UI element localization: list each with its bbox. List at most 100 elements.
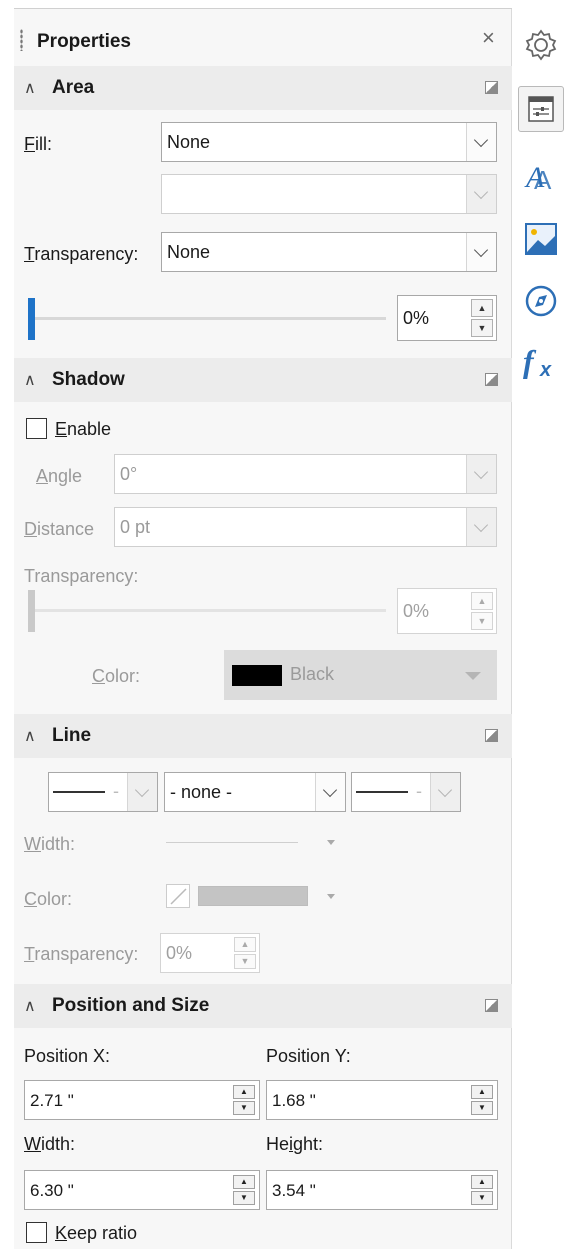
- sidebar-tab-bar: A A f x: [512, 8, 571, 1249]
- deck-title-bar: Properties ×: [14, 8, 512, 66]
- spin-down-icon[interactable]: ▼: [233, 1101, 255, 1115]
- more-options-icon[interactable]: [485, 373, 498, 386]
- angle-dropdown[interactable]: 0°: [114, 454, 497, 494]
- spin-down-icon[interactable]: ▼: [471, 1101, 493, 1115]
- shadow-transparency-slider-track[interactable]: [28, 609, 386, 612]
- chevron-down-icon[interactable]: [430, 773, 460, 811]
- position-x-field[interactable]: 2.71 " ▲ ▼: [24, 1080, 260, 1120]
- tab-properties[interactable]: [518, 86, 564, 132]
- chevron-down-icon[interactable]: [315, 773, 345, 811]
- deck-title: Properties: [37, 31, 131, 52]
- chevron-down-icon[interactable]: [466, 233, 496, 271]
- chevron-down-icon[interactable]: [127, 773, 157, 811]
- spin-up-icon[interactable]: ▲: [233, 1175, 255, 1189]
- shadow-transparency-spinner[interactable]: 0% ▲ ▼: [397, 588, 497, 634]
- line-transparency-label-rest: ransparency:: [34, 944, 139, 964]
- line-end-arrow-dropdown[interactable]: -: [351, 772, 461, 812]
- brush-glyph: [170, 888, 187, 905]
- transparency-value: None: [167, 242, 211, 262]
- tab-settings[interactable]: [518, 22, 564, 68]
- position-y-field[interactable]: 1.68 " ▲ ▼: [266, 1080, 498, 1120]
- shadow-color-label: Color:: [92, 666, 141, 686]
- spin-down-icon[interactable]: ▼: [234, 954, 256, 969]
- line-style-dropdown[interactable]: - none -: [164, 772, 346, 812]
- width-field[interactable]: 6.30 " ▲ ▼: [24, 1170, 260, 1210]
- shadow-section-header[interactable]: ∧ Shadow: [14, 358, 512, 402]
- chevron-up-icon[interactable]: ∧: [24, 996, 36, 1016]
- brush-icon[interactable]: [166, 884, 190, 908]
- area-section-header[interactable]: ∧ Area: [14, 66, 512, 110]
- tab-functions[interactable]: f x: [518, 338, 564, 384]
- spinner-arrows[interactable]: ▲ ▼: [234, 937, 256, 969]
- line-start-arrow-dropdown[interactable]: -: [48, 772, 158, 812]
- spinner-arrows[interactable]: ▲ ▼: [471, 299, 493, 337]
- more-options-icon[interactable]: [485, 81, 498, 94]
- shadow-transparency-slider-thumb[interactable]: [28, 590, 35, 632]
- distance-value: 0 pt: [120, 517, 151, 537]
- line-transparency-spinner[interactable]: 0% ▲ ▼: [160, 933, 260, 973]
- line-transparency-value: 0%: [166, 943, 193, 963]
- transparency-slider-thumb[interactable]: [28, 298, 35, 340]
- line-color-label-rest: olor:: [37, 889, 73, 909]
- spin-down-icon[interactable]: ▼: [471, 319, 493, 337]
- tab-gallery[interactable]: [518, 216, 564, 262]
- fill-dropdown[interactable]: None: [161, 122, 497, 162]
- line-width-preview[interactable]: [166, 842, 298, 843]
- chevron-down-icon[interactable]: [466, 455, 496, 493]
- position-size-title: Position and Size: [52, 995, 210, 1016]
- spinner-arrows[interactable]: ▲ ▼: [471, 1175, 493, 1205]
- transparency-dropdown[interactable]: None: [161, 232, 497, 272]
- spinner-arrows[interactable]: ▲ ▼: [471, 1085, 493, 1115]
- properties-icon: [528, 96, 554, 122]
- chevron-down-icon[interactable]: [466, 175, 496, 213]
- spin-down-icon[interactable]: ▼: [471, 1191, 493, 1205]
- chevron-up-icon[interactable]: ∧: [24, 370, 36, 390]
- angle-label: Angle: [36, 466, 83, 486]
- line-color-swatch[interactable]: [198, 886, 308, 906]
- height-field[interactable]: 3.54 " ▲ ▼: [266, 1170, 498, 1210]
- fill-sub-dropdown[interactable]: [161, 174, 497, 214]
- dropdown-arrow-icon[interactable]: [327, 894, 335, 899]
- enable-shadow-checkbox[interactable]: [26, 418, 47, 439]
- width-label-rest: idth:: [41, 1134, 76, 1154]
- spin-up-icon[interactable]: ▲: [234, 937, 256, 952]
- tab-styles[interactable]: A A: [518, 154, 564, 200]
- functions-icon: f x: [523, 343, 552, 381]
- chevron-down-icon[interactable]: [466, 508, 496, 546]
- close-icon[interactable]: ×: [482, 25, 495, 51]
- spinner-arrows[interactable]: ▲ ▼: [233, 1085, 255, 1115]
- shadow-color-button[interactable]: Black: [224, 650, 497, 700]
- gear-icon: [525, 29, 557, 61]
- keep-ratio-checkbox[interactable]: [26, 1222, 47, 1243]
- area-title: Area: [52, 77, 95, 98]
- dropdown-arrow-icon[interactable]: [327, 840, 335, 845]
- distance-dropdown[interactable]: 0 pt: [114, 507, 497, 547]
- chevron-up-icon[interactable]: ∧: [24, 726, 36, 746]
- svg-text:A: A: [534, 165, 552, 195]
- navigator-icon: [525, 285, 557, 317]
- more-options-icon[interactable]: [485, 729, 498, 742]
- transparency-slider-track[interactable]: [28, 317, 386, 320]
- spinner-arrows[interactable]: ▲ ▼: [233, 1175, 255, 1205]
- spin-down-icon[interactable]: ▼: [233, 1191, 255, 1205]
- spin-up-icon[interactable]: ▲: [471, 1175, 493, 1189]
- line-transparency-label: Transparency:: [24, 944, 139, 964]
- more-options-icon[interactable]: [485, 999, 498, 1012]
- spin-up-icon[interactable]: ▲: [233, 1085, 255, 1099]
- height-label-rest: ght:: [293, 1134, 324, 1154]
- grip-handle[interactable]: [20, 29, 23, 51]
- chevron-up-icon[interactable]: ∧: [24, 78, 36, 98]
- dropdown-arrow-icon[interactable]: [465, 672, 481, 680]
- tab-navigator[interactable]: [518, 278, 564, 324]
- chevron-down-icon[interactable]: [466, 123, 496, 161]
- spin-up-icon[interactable]: ▲: [471, 1085, 493, 1099]
- spinner-arrows[interactable]: ▲ ▼: [471, 592, 493, 630]
- position-size-section-header[interactable]: ∧ Position and Size: [14, 984, 512, 1028]
- spin-up-icon[interactable]: ▲: [471, 299, 493, 317]
- transparency-percent-spinner[interactable]: 0% ▲ ▼: [397, 295, 497, 341]
- spin-down-icon[interactable]: ▼: [471, 612, 493, 630]
- spin-up-icon[interactable]: ▲: [471, 592, 493, 610]
- fill-label-rest: ill:: [35, 134, 52, 154]
- gallery-icon: [525, 223, 557, 255]
- line-section-header[interactable]: ∧ Line: [14, 714, 512, 758]
